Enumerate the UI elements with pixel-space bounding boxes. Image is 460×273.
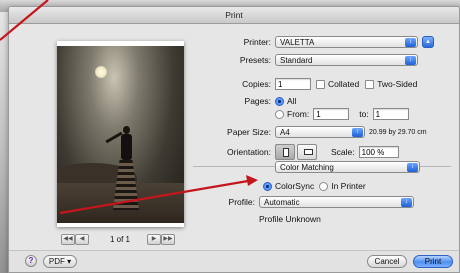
paper-size-select[interactable]: A4 ↕: [275, 126, 365, 138]
paper-size-label: Paper Size:: [227, 127, 271, 137]
presets-value: Standard: [280, 56, 313, 65]
scale-label: Scale:: [331, 147, 355, 157]
last-page-button[interactable]: ▶▶: [161, 234, 175, 245]
print-dialog: Print ◀◀ ◀ 1 of 1 ▶ ▶▶ Printer: VALETTA …: [8, 6, 460, 273]
preview-pager: ◀◀ ◀ 1 of 1 ▶ ▶▶: [61, 234, 179, 246]
pages-from-label: From:: [287, 109, 310, 119]
landscape-orientation-button[interactable]: [297, 144, 317, 160]
updown-arrows-icon: ↕: [405, 38, 416, 47]
orientation-label: Orientation:: [227, 147, 271, 157]
landscape-icon: [304, 149, 313, 155]
pages-all-radio[interactable]: [275, 96, 284, 106]
first-page-button[interactable]: ◀◀: [61, 234, 75, 245]
colorsync-label: ColorSync: [275, 181, 315, 191]
updown-arrows-icon: ↕: [405, 56, 416, 65]
updown-arrows-icon: ↕: [401, 198, 412, 207]
two-sided-checkbox[interactable]: [365, 79, 375, 89]
presets-label: Presets:: [239, 55, 271, 65]
pages-from-radio[interactable]: [275, 109, 284, 119]
section-select[interactable]: Color Matching ↕: [275, 161, 420, 173]
colorsync-radio[interactable]: [263, 181, 272, 191]
paper-size-value: A4: [280, 128, 290, 137]
portrait-icon: [283, 148, 289, 157]
help-icon[interactable]: ?: [25, 255, 37, 267]
in-printer-label: In Printer: [331, 181, 366, 191]
next-page-button[interactable]: ▶: [147, 234, 161, 245]
printer-label: Printer:: [243, 37, 271, 47]
printer-value: VALETTA: [280, 38, 315, 47]
in-printer-radio[interactable]: [319, 181, 329, 191]
updown-arrows-icon: ↕: [352, 128, 363, 137]
page-count: 1 of 1: [109, 235, 130, 244]
cancel-button[interactable]: Cancel: [367, 255, 407, 268]
pages-to-field[interactable]: [372, 108, 409, 120]
prev-page-button[interactable]: ◀: [75, 234, 89, 245]
updown-arrows-icon: ↕: [407, 163, 418, 172]
pages-label: Pages:: [244, 96, 271, 106]
print-preview: [57, 41, 184, 227]
profile-info: Profile Unknown: [259, 214, 321, 224]
two-sided-label: Two-Sided: [377, 79, 418, 89]
pages-to-label: to:: [359, 109, 369, 119]
profile-select[interactable]: Automatic ↕: [259, 196, 414, 208]
section-value: Color Matching: [280, 163, 334, 172]
profile-value: Automatic: [264, 198, 300, 207]
collated-checkbox[interactable]: [316, 79, 325, 89]
copies-label: Copies:: [242, 79, 271, 89]
print-button[interactable]: Print: [413, 255, 453, 268]
scale-field[interactable]: [358, 146, 399, 158]
paper-dimensions: 20.99 by 29.70 cm: [369, 128, 427, 136]
preview-photo: [57, 46, 184, 223]
dialog-title: Print: [9, 7, 459, 24]
collated-label: Collated: [328, 79, 360, 89]
presets-select[interactable]: Standard ↕: [275, 54, 418, 66]
profile-label: Profile:: [228, 197, 255, 207]
portrait-orientation-button[interactable]: [275, 144, 295, 160]
disclosure-triangle-icon[interactable]: ▲: [422, 36, 434, 48]
pages-all-label: All: [287, 96, 297, 106]
pdf-menu-button[interactable]: PDF ▾: [43, 255, 77, 268]
pages-from-field[interactable]: [313, 108, 350, 120]
printer-select[interactable]: VALETTA ↕: [275, 36, 418, 48]
copies-field[interactable]: [275, 78, 311, 90]
